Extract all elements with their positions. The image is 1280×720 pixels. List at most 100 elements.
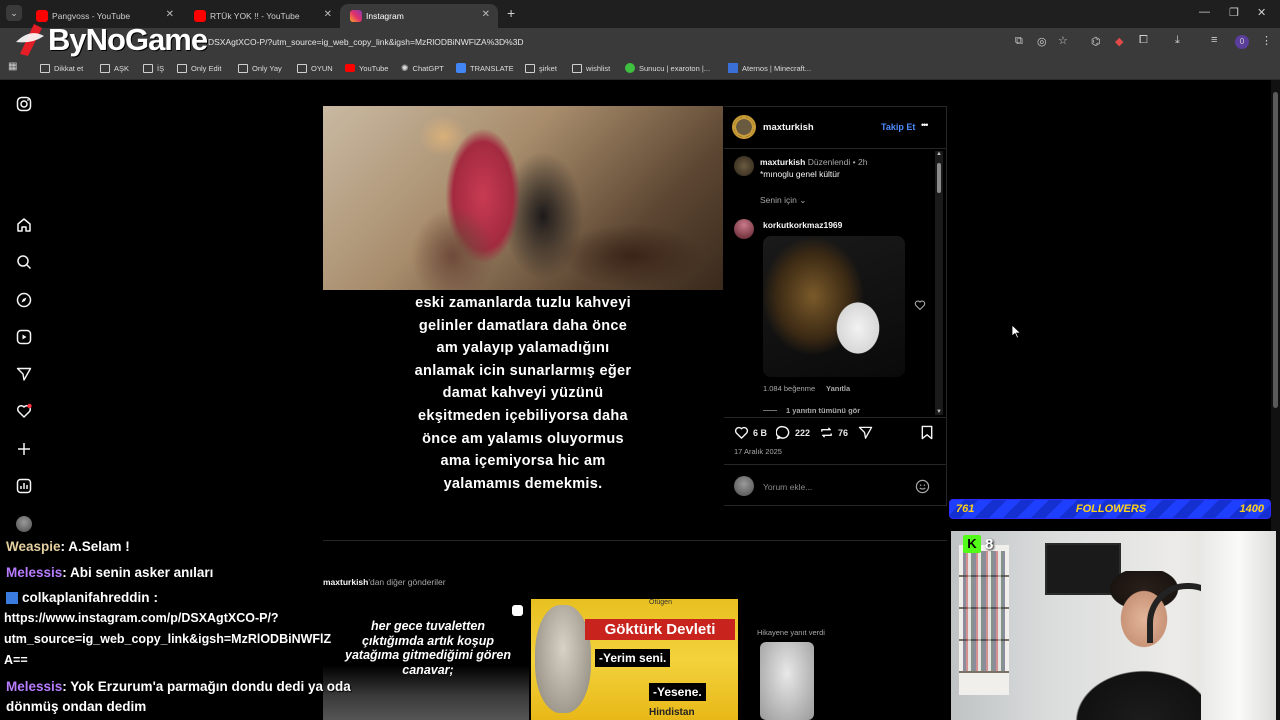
comment-image[interactable] [763, 236, 905, 377]
create-plus-icon[interactable] [16, 441, 32, 457]
more-post-thumbnail[interactable]: Otügen Göktürk Devleti -Yerim seni. -Yes… [531, 599, 738, 720]
thumbnail-line1: -Yerim seni. [595, 649, 671, 667]
reply-line [763, 410, 777, 411]
minimize-icon[interactable]: — [1199, 6, 1210, 18]
bynogame-logo: ByNoGame [12, 22, 208, 58]
more-posts-author[interactable]: maxturkish [323, 577, 368, 587]
kick-badge: K 8 [963, 535, 993, 553]
edited-label: Düzenlendi [807, 157, 851, 167]
reels-icon[interactable] [16, 329, 32, 345]
comment-count: 222 [795, 428, 811, 438]
folder-icon [297, 63, 307, 73]
folder-icon [100, 63, 110, 73]
explore-compass-icon[interactable] [16, 292, 32, 308]
reply-button[interactable]: Yanıtla [826, 384, 850, 393]
emoji-icon[interactable] [915, 479, 930, 494]
comment-sort-dropdown[interactable]: Senin için ⌄ [760, 195, 806, 206]
comment-username[interactable]: maxturkish [760, 157, 805, 167]
media-controls-icon[interactable]: ≡ [1211, 34, 1217, 46]
exaroton-icon [625, 63, 635, 73]
bookmark-chatgpt[interactable]: ✺ ChatGPT [401, 61, 444, 75]
eye-off-icon[interactable]: ◎ [1037, 35, 1047, 48]
notifications-heart-icon[interactable] [16, 403, 32, 419]
search-icon[interactable] [16, 254, 32, 270]
post-media[interactable]: eski zamanlarda tuzlu kahveyi gelinler d… [323, 106, 723, 506]
close-tab-icon[interactable]: ✕ [324, 9, 332, 20]
bookmark-youtube[interactable]: YouTube [345, 61, 388, 75]
comment-like-heart-icon[interactable] [914, 299, 926, 311]
extensions-puzzle-icon[interactable]: ⧠ [1139, 34, 1148, 47]
bookmark-dikkat-et[interactable]: Dikkat et [40, 61, 83, 75]
tab-instagram[interactable]: Instagram ✕ [340, 4, 498, 28]
comments-scrollbar[interactable]: ▲ ▼ [935, 151, 943, 415]
bookmark-label: OYUN [311, 63, 333, 73]
more-post-story-card[interactable]: Hikayene yanıt verdi [740, 599, 947, 720]
scroll-down-icon[interactable]: ▼ [936, 409, 942, 415]
tab-search-chevron-icon[interactable]: ⌄ [6, 5, 22, 21]
author-avatar[interactable] [732, 115, 756, 139]
profile-avatar[interactable] [16, 516, 32, 532]
new-tab-icon[interactable]: + [507, 5, 515, 21]
follow-button[interactable]: Takip Et [881, 122, 915, 132]
more-options-icon[interactable]: ••• [921, 120, 929, 130]
bookmark-label: wishlist [586, 63, 611, 73]
bookmark-ask[interactable]: AŞK [100, 61, 129, 75]
insights-chart-icon[interactable] [16, 478, 32, 494]
reel-video-icon [512, 605, 523, 616]
apps-grid-icon[interactable]: ▦ [8, 61, 17, 72]
scroll-thumb[interactable] [937, 163, 941, 193]
comment-bubble-icon[interactable] [776, 425, 791, 440]
bookmark-translate[interactable]: TRANSLATE [456, 61, 514, 75]
download-icon[interactable]: ⤓ [1175, 34, 1180, 47]
story-thumbnail [760, 642, 814, 720]
bookmark-oyun[interactable]: OYUN [297, 61, 333, 75]
commenter-avatar[interactable] [734, 219, 754, 239]
repost-icon[interactable] [819, 425, 834, 440]
thumbnail-caption: her gece tuvaletten çıktığımda artık koş… [345, 619, 512, 677]
menu-kebab-icon[interactable]: ⋮ [1261, 34, 1272, 47]
bookmark-sirket[interactable]: şirket [525, 61, 557, 75]
close-tab-icon[interactable]: ✕ [166, 9, 174, 20]
page-scroll-thumb[interactable] [1273, 92, 1278, 408]
save-bookmark-icon[interactable] [920, 425, 934, 440]
bookmark-only-yay[interactable]: Only Yay [238, 61, 282, 75]
author-username[interactable]: maxturkish [763, 122, 814, 133]
profile-avatar[interactable]: 0 [1235, 35, 1249, 49]
cast-icon[interactable]: ⧉ [1015, 35, 1023, 48]
more-post-thumbnail[interactable]: her gece tuvaletten çıktığımda artık koş… [323, 599, 529, 720]
view-replies-link[interactable]: 1 yanıtın tümünü gör [786, 406, 860, 415]
chat-message: Weaspie: A.Selam ! [6, 539, 130, 554]
author-avatar-small[interactable] [734, 156, 754, 176]
close-tab-icon[interactable]: ✕ [482, 9, 490, 20]
chat-message: Melessis: Yok Erzurum'a parmağın dondu d… [6, 679, 351, 694]
my-avatar [734, 476, 754, 496]
comment-input[interactable]: Yorum ekle... [763, 482, 812, 492]
bookmarks-bar: ▦ Dikkat et AŞK İŞ Only Edit Only Yay OY… [0, 56, 1280, 80]
chat-message: Melessis: Abi senin asker anıları [6, 565, 213, 580]
extension-red-icon[interactable]: ◆ [1115, 35, 1123, 48]
messages-send-icon[interactable] [16, 366, 32, 382]
mouse-cursor-icon [1012, 325, 1022, 339]
extension-game-icon[interactable]: ⌬ [1091, 35, 1101, 48]
bookmark-wishlist[interactable]: wishlist [572, 61, 610, 75]
close-window-icon[interactable]: ✕ [1257, 6, 1266, 19]
instagram-logo-icon[interactable] [16, 96, 32, 112]
section-divider [323, 540, 947, 541]
scroll-up-icon[interactable]: ▲ [936, 151, 942, 157]
kick-count: 8 [985, 535, 994, 553]
star-bookmark-icon[interactable]: ☆ [1058, 34, 1068, 47]
commenter-username[interactable]: korkutkorkmaz1969 [763, 220, 842, 230]
bookmark-only-edit[interactable]: Only Edit [177, 61, 221, 75]
caption-line: ekşitmeden içebiliyorsa daha [418, 407, 628, 424]
comment-time: 2h [858, 157, 868, 167]
home-icon[interactable] [16, 217, 32, 233]
chat-link-line: https://www.instagram.com/p/DSXAgtXCO-P/… [4, 611, 279, 625]
bookmark-label: TRANSLATE [470, 63, 514, 73]
share-send-icon[interactable] [858, 425, 873, 440]
bookmark-aternos[interactable]: Aternos | Minecraft... [728, 61, 811, 75]
bookmark-exaroton[interactable]: Sunucu | exaroton |... [625, 61, 710, 75]
like-heart-icon[interactable] [734, 425, 749, 440]
folder-icon [143, 63, 153, 73]
bookmark-is[interactable]: İŞ [143, 61, 164, 75]
restore-icon[interactable]: ❐ [1229, 6, 1239, 19]
